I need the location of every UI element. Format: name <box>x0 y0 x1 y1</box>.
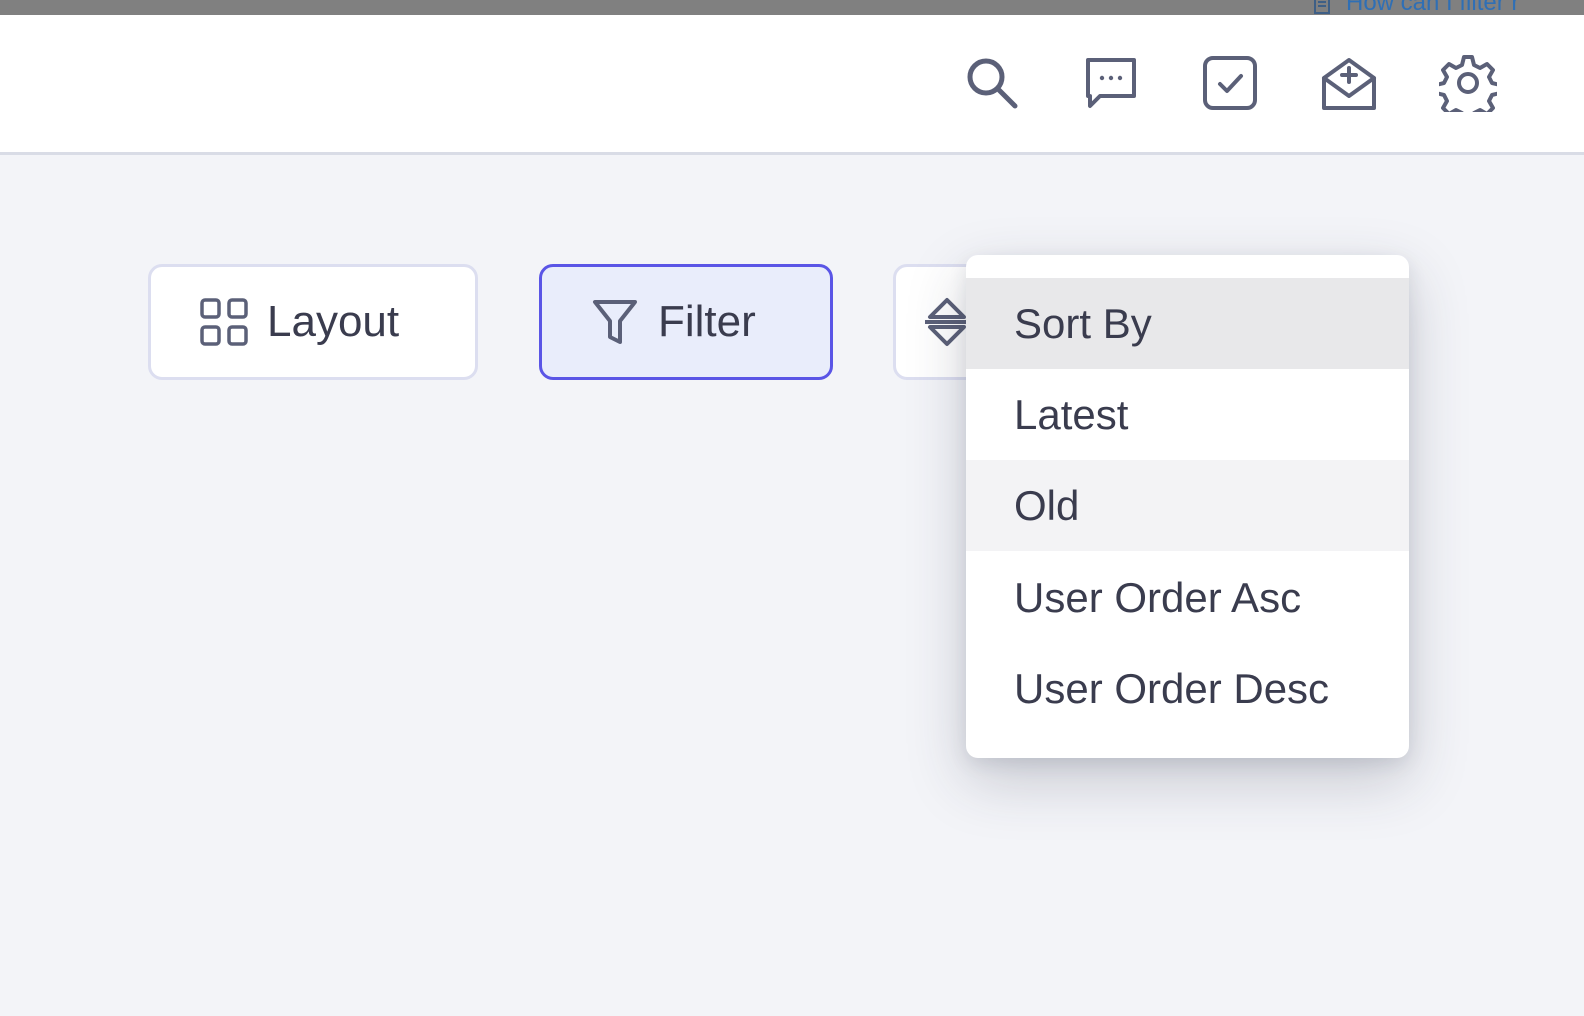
funnel-icon <box>593 300 637 344</box>
help-article-link[interactable]: How can I filter r <box>1310 0 1519 15</box>
help-article-text[interactable]: How can I filter r <box>1346 0 1519 15</box>
browser-top-strip: How can I filter r <box>0 0 1584 15</box>
gear-icon <box>1439 55 1497 112</box>
sort-option-sort-by[interactable]: Sort By <box>966 278 1409 369</box>
sort-option-user-order-asc[interactable]: User Order Asc <box>966 552 1409 643</box>
layout-button-label: Layout <box>267 297 400 346</box>
sort-dropdown-menu: Sort By Latest Old User Order Asc User O… <box>966 255 1409 758</box>
chat-button[interactable] <box>1081 53 1141 113</box>
settings-button[interactable] <box>1438 53 1498 113</box>
search-button[interactable] <box>962 53 1022 113</box>
app-header <box>0 15 1584 155</box>
invite-mail-button[interactable] <box>1319 53 1379 113</box>
task-check-icon <box>1203 56 1257 110</box>
sort-arrows-icon <box>925 298 969 346</box>
tasks-button[interactable] <box>1200 53 1260 113</box>
search-icon <box>967 58 1018 109</box>
chat-icon <box>1086 58 1136 108</box>
mail-open-icon <box>1322 58 1376 110</box>
document-icon <box>1314 0 1330 14</box>
grid-icon <box>200 298 248 346</box>
sort-option-latest[interactable]: Latest <box>966 369 1409 460</box>
layout-button[interactable]: Layout <box>148 264 478 380</box>
sort-option-old[interactable]: Old <box>966 460 1409 551</box>
sort-option-user-order-desc[interactable]: User Order Desc <box>966 643 1409 734</box>
filter-button[interactable]: Filter <box>539 264 833 380</box>
filter-button-label: Filter <box>658 297 756 346</box>
